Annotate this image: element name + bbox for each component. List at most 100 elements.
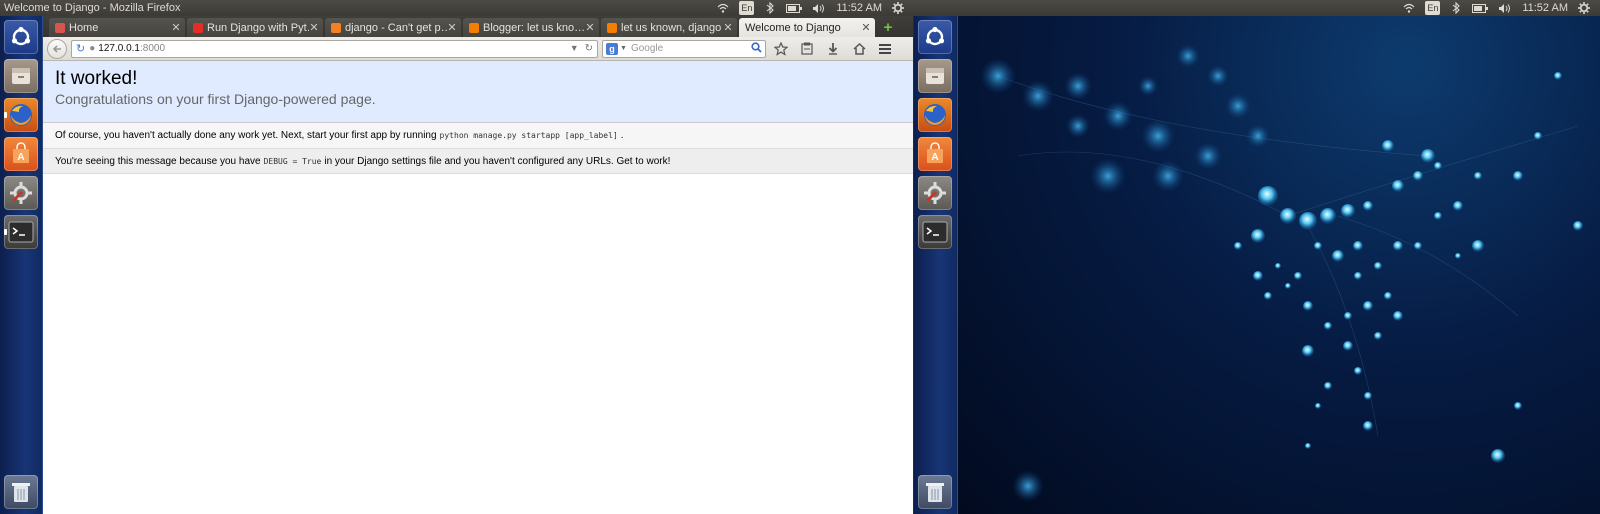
instructions-end: . <box>620 130 624 141</box>
keyboard-layout-indicator[interactable]: En <box>739 1 755 15</box>
tab-strip: Home ✕ Run Django with Pyt… ✕ django - C… <box>43 16 913 37</box>
terminal-icon <box>922 221 948 243</box>
instructions-section: Of course, you haven't actually done any… <box>43 123 913 149</box>
tab-label: let us known, django <box>621 21 722 34</box>
terminal-launcher[interactable] <box>918 215 952 249</box>
running-indicator <box>4 112 7 118</box>
summary-section: It worked! Congratulations on your first… <box>43 61 913 123</box>
keyboard-layout-indicator[interactable]: En <box>1425 1 1441 15</box>
url-host: 127.0.0.1 <box>98 43 140 54</box>
trash-launcher[interactable] <box>918 475 952 509</box>
tab-label: Home <box>69 21 99 34</box>
close-icon[interactable]: ✕ <box>861 21 871 34</box>
close-icon[interactable]: ✕ <box>585 21 595 34</box>
bookmark-star-icon[interactable] <box>770 39 792 59</box>
url-port: :8000 <box>139 43 166 54</box>
page-content: It worked! Congratulations on your first… <box>43 61 913 514</box>
explanation-text: You're seeing this message because you h… <box>55 155 261 167</box>
files-launcher[interactable] <box>4 59 38 93</box>
close-icon[interactable]: ✕ <box>171 21 181 34</box>
battery-icon[interactable] <box>786 1 803 15</box>
close-icon[interactable]: ✕ <box>309 21 319 34</box>
top-panel-right: En 11:52 AM <box>914 0 1600 16</box>
top-panel-left: Welcome to Django - Mozilla Firefox En 1… <box>0 0 914 16</box>
bluetooth-icon[interactable] <box>1450 1 1462 15</box>
water-droplets-image <box>980 44 1583 502</box>
back-arrow-icon <box>52 44 61 53</box>
tab-stackoverflow[interactable]: django - Can't get p… ✕ <box>325 18 461 37</box>
close-icon[interactable]: ✕ <box>447 21 457 34</box>
tab-home[interactable]: Home ✕ <box>49 18 185 37</box>
startapp-command: python manage.py startapp [app_label] <box>439 131 618 140</box>
stackoverflow-favicon-icon <box>331 22 341 33</box>
tab-run-django[interactable]: Run Django with Pyt… ✕ <box>187 18 323 37</box>
volume-icon[interactable] <box>1498 1 1512 15</box>
search-icon[interactable] <box>751 41 762 56</box>
dash-home-button[interactable] <box>918 20 952 54</box>
gear-icon[interactable] <box>892 1 904 15</box>
search-input[interactable]: Google <box>631 43 663 54</box>
battery-icon[interactable] <box>1472 1 1489 15</box>
dash-home-button[interactable] <box>4 20 38 54</box>
reload-icon[interactable]: ↻ <box>585 43 593 54</box>
instructions-text: Of course, you haven't actually done any… <box>55 130 437 141</box>
explanation-end: in your Django settings file and you hav… <box>324 155 671 167</box>
new-tab-button[interactable]: + <box>879 18 897 36</box>
volume-icon[interactable] <box>812 1 826 15</box>
shopping-bag-icon: A <box>13 142 29 163</box>
reload-icon[interactable]: ↻ <box>76 42 85 55</box>
tab-label: django - Can't get p… <box>345 21 447 34</box>
running-indicator <box>4 229 7 235</box>
tab-label: Blogger: let us kno… <box>483 21 585 34</box>
dropdown-arrow-icon[interactable]: ▼ <box>570 43 579 54</box>
clock[interactable]: 11:52 AM <box>1522 1 1568 15</box>
bookmarks-menu-icon[interactable] <box>796 39 818 59</box>
tab-welcome-to-django[interactable]: Welcome to Django ✕ <box>739 18 875 37</box>
file-cabinet-icon <box>926 68 944 84</box>
tab-label: Welcome to Django <box>745 21 841 34</box>
software-center-launcher[interactable]: A <box>918 137 952 171</box>
download-icon[interactable] <box>822 39 844 59</box>
trash-icon <box>926 483 944 502</box>
files-launcher[interactable] <box>918 59 952 93</box>
indicator-area: En 11:52 AM <box>717 1 914 15</box>
url-bar[interactable]: ↻ ● 127.0.0.1:8000 ▼ ↻ <box>71 39 598 58</box>
software-center-launcher[interactable]: A <box>4 137 38 171</box>
blogger-favicon-icon <box>469 22 479 33</box>
desktop-wallpaper <box>958 16 1600 514</box>
tab-blogger[interactable]: Blogger: let us kno… ✕ <box>463 18 599 37</box>
blogger-favicon-icon <box>607 22 617 33</box>
menu-icon[interactable] <box>874 39 896 59</box>
settings-gear-icon <box>10 182 32 204</box>
home-favicon-icon <box>55 22 65 33</box>
page-title: It worked! <box>55 68 138 89</box>
terminal-launcher[interactable] <box>4 215 38 249</box>
svg-text:A: A <box>931 152 938 163</box>
back-button[interactable] <box>47 38 67 59</box>
system-settings-launcher[interactable] <box>4 176 38 210</box>
clock[interactable]: 11:52 AM <box>836 1 882 15</box>
ubuntu-logo-icon <box>925 26 945 46</box>
search-engine-dropdown-icon[interactable]: ▼ <box>620 45 627 52</box>
explanation-section: You're seeing this message because you h… <box>43 149 913 174</box>
home-icon[interactable] <box>848 39 870 59</box>
launcher-right: A <box>914 16 958 514</box>
tab-let-us-known[interactable]: let us known, django ✕ <box>601 18 737 37</box>
firefox-launcher[interactable] <box>918 98 952 132</box>
firefox-icon <box>10 104 32 126</box>
google-logo-icon[interactable]: g <box>606 42 618 55</box>
wifi-icon[interactable] <box>1403 1 1415 15</box>
gear-icon[interactable] <box>1578 1 1590 15</box>
search-bar[interactable]: g ▼ Google <box>602 39 766 58</box>
close-icon[interactable]: ✕ <box>723 21 733 34</box>
bluetooth-icon[interactable] <box>764 1 776 15</box>
page-subtitle: Congratulations on your first Django-pow… <box>55 91 376 107</box>
system-settings-launcher[interactable] <box>918 176 952 210</box>
wifi-icon[interactable] <box>717 1 729 15</box>
navigation-toolbar: ↻ ● 127.0.0.1:8000 ▼ ↻ g ▼ Google <box>43 37 913 61</box>
youtube-favicon-icon <box>193 22 203 33</box>
settings-gear-icon <box>924 182 946 204</box>
firefox-launcher[interactable] <box>4 98 38 132</box>
trash-launcher[interactable] <box>4 475 38 509</box>
terminal-icon <box>8 221 34 243</box>
